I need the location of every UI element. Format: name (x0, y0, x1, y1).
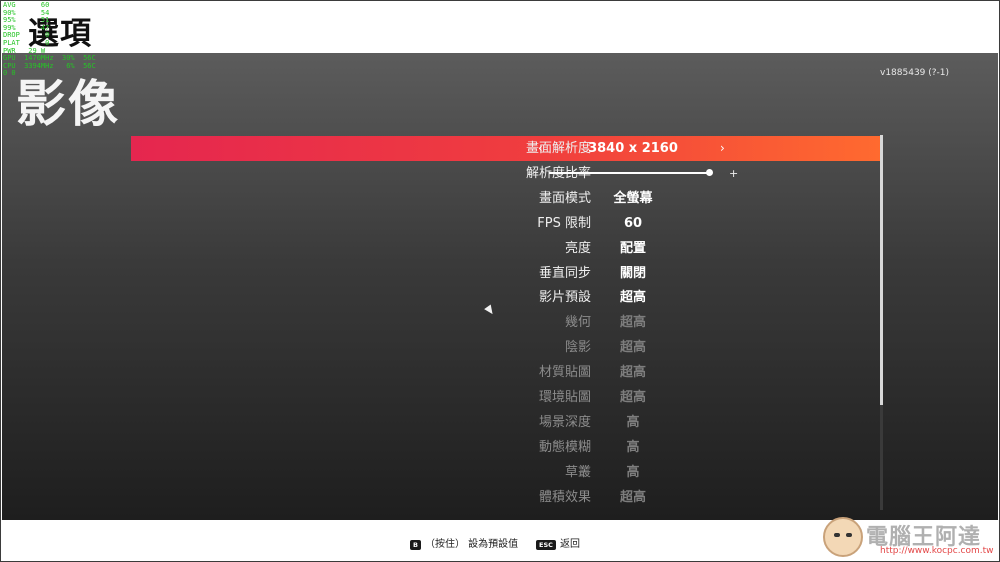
setting-row[interactable]: FPS 限制 60 (131, 211, 880, 236)
watermark-mascot-icon (823, 517, 863, 557)
resolution-scale-slider[interactable] (549, 168, 713, 176)
setting-row[interactable]: 畫面解析度 3840 x 2160 ‹ › (131, 136, 880, 161)
setting-value[interactable]: 全螢幕 (583, 186, 683, 211)
setting-row: 場景深度高 (131, 410, 880, 435)
setting-value: 超高 (619, 315, 646, 331)
back-hint[interactable]: 返回 (560, 538, 580, 552)
setting-row: 體積效果 超高 (131, 485, 880, 510)
setting-value: 超高 (619, 489, 646, 505)
setting-label: 畫面解析度 (525, 141, 591, 156)
setting-row[interactable]: 亮度 配置 (131, 236, 880, 261)
setting-value[interactable]: 超高 (583, 285, 683, 310)
slider-decrease-icon[interactable]: - (527, 161, 531, 186)
section-title: 影像 (16, 75, 120, 133)
scrollbar-thumb[interactable] (880, 135, 883, 405)
setting-row[interactable]: 解析度比率-+ (131, 161, 880, 186)
setting-value: 高 (626, 464, 640, 480)
chevron-left-icon[interactable]: ‹ (538, 136, 543, 161)
setting-row[interactable]: 畫面模式 全螢幕 (131, 186, 880, 211)
setting-row[interactable]: 垂直同步 關閉 (131, 261, 880, 286)
setting-row: 動態模糊高 (131, 435, 880, 460)
settings-scrollbar[interactable] (880, 135, 883, 510)
setting-value: 超高 (619, 340, 646, 356)
watermark-url: http://www.kocpc.com.tw (880, 546, 994, 556)
setting-value[interactable]: 3840 x 2160 (583, 136, 683, 161)
setting-value[interactable]: 關閉 (583, 261, 683, 286)
setting-value: 高 (626, 414, 640, 430)
setting-value[interactable]: 配置 (583, 236, 683, 261)
performance-overlay: AVG 60 90% 54 95% 51 99% 47 DROP 0 PLAT 0 PWR … (3, 1, 96, 78)
b-key-icon: B (410, 540, 421, 550)
setting-value: 高 (626, 439, 640, 455)
setting-row: 環境貼圖 超高 (131, 385, 880, 410)
slider-increase-icon[interactable]: + (729, 161, 738, 186)
slider-fill (549, 171, 709, 174)
setting-row: 幾何 超高 (131, 310, 880, 335)
setting-value: 超高 (619, 390, 646, 405)
setting-value: 超高 (619, 365, 646, 381)
reset-default-hint[interactable]: （按住） 設為預設值 (425, 538, 518, 552)
chevron-right-icon[interactable]: › (720, 136, 725, 161)
setting-row: 陰影 超高 (131, 335, 880, 360)
setting-row: 草叢高 (131, 460, 880, 485)
setting-value[interactable]: 60 (583, 211, 683, 236)
setting-row: 材質貼圖 超高 (131, 360, 880, 385)
setting-row[interactable]: 影片預設 超高 (131, 285, 880, 310)
slider-handle[interactable] (706, 168, 713, 176)
version-label: v1885439 (?-1) (880, 68, 950, 78)
esc-key-icon: ESC (536, 540, 556, 550)
top-header-band (0, 0, 1000, 53)
overlay-line: CPU 3394MHz 6% 56C (3, 61, 96, 70)
